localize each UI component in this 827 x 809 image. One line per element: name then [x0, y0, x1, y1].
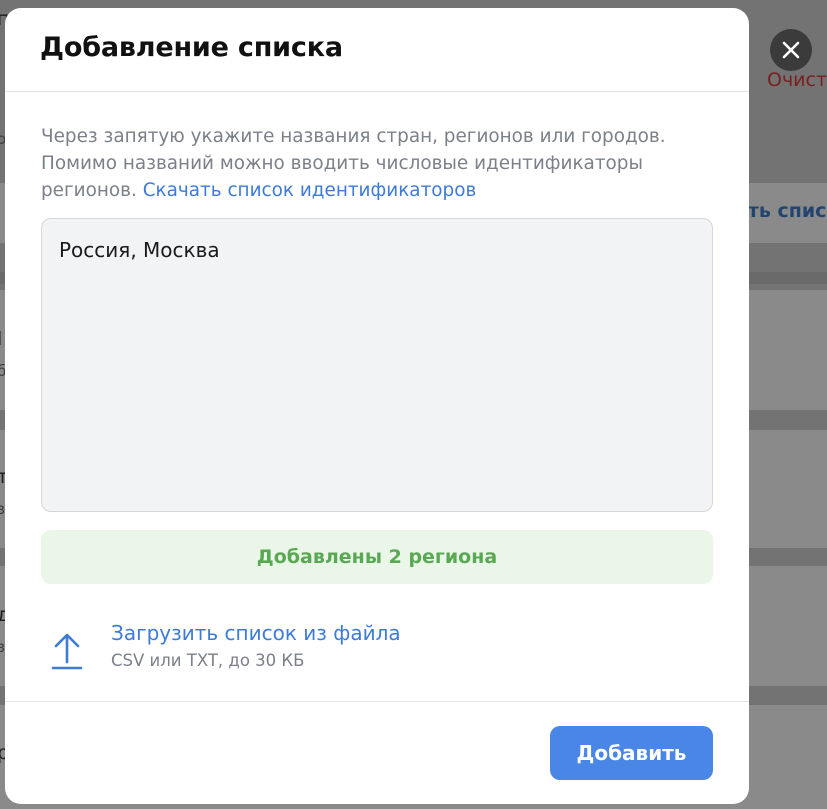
upload-file-link[interactable]: Загрузить список из файла [111, 620, 401, 646]
modal-body: Через запятую укажите названия стран, ре… [5, 92, 749, 673]
background-text: l [0, 328, 2, 350]
upload-file-button[interactable]: Загрузить список из файла CSV или TXT, д… [41, 620, 713, 673]
upload-icon [51, 633, 83, 670]
add-list-modal: Добавление списка Через запятую укажите … [5, 8, 749, 804]
hint-text: Через запятую укажите названия стран, ре… [41, 123, 691, 204]
modal-header: Добавление списка [5, 8, 749, 92]
upload-text: Загрузить список из файла CSV или TXT, д… [111, 620, 401, 670]
close-button[interactable] [770, 29, 812, 71]
status-banner: Добавлены 2 региона [41, 530, 713, 584]
status-text: Добавлены 2 региона [256, 546, 498, 568]
close-icon [782, 41, 800, 59]
download-identifiers-link[interactable]: Скачать список идентификаторов [143, 180, 477, 201]
add-button[interactable]: Добавить [550, 726, 713, 780]
regions-textarea[interactable]: Россия, Москва [41, 218, 713, 512]
modal-title: Добавление списка [40, 32, 343, 63]
modal-footer: Добавить [5, 701, 749, 804]
clear-link: Очисти [767, 69, 827, 91]
upload-caption: CSV или TXT, до 30 КБ [111, 651, 305, 670]
